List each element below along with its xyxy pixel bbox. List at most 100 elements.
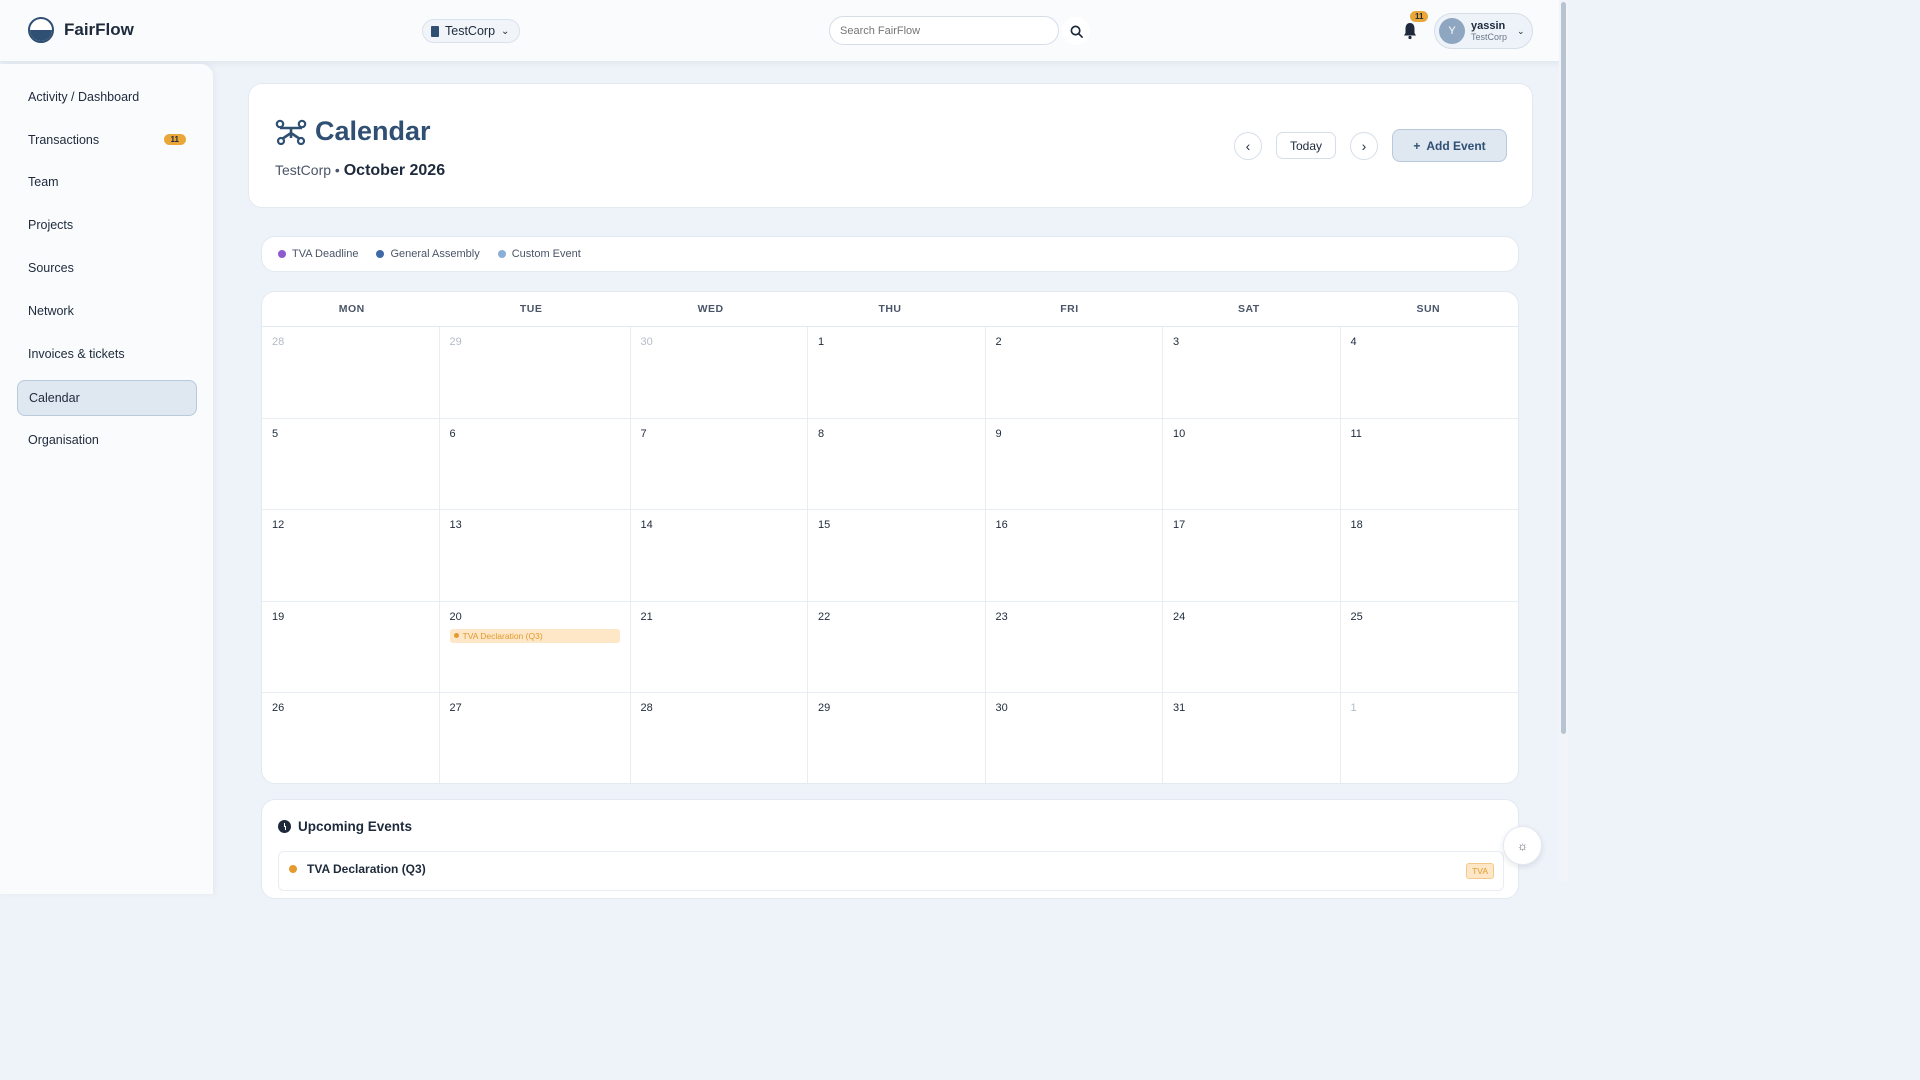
add-event-button[interactable]: + Add Event xyxy=(1392,129,1507,162)
calendar-day-cell[interactable]: 24 xyxy=(1163,601,1341,694)
theme-toggle-button[interactable]: ☼ xyxy=(1503,826,1542,865)
calendar-day-cell[interactable]: 29 xyxy=(439,327,631,419)
previous-month-button[interactable]: ‹ xyxy=(1234,132,1262,160)
calendar-org: TestCorp xyxy=(275,162,332,178)
brand[interactable]: FairFlow xyxy=(28,17,134,43)
day-number: 27 xyxy=(449,702,462,715)
search-button[interactable] xyxy=(1062,17,1090,45)
day-number: 11 xyxy=(1350,427,1362,440)
calendar-day-cell[interactable]: 16 xyxy=(985,510,1163,602)
calendar-day-cell[interactable]: 28 xyxy=(262,327,440,419)
calendar-day-cell[interactable]: 9 xyxy=(985,418,1163,511)
day-number: 20 xyxy=(449,610,462,623)
calendar-day-cell[interactable]: 13 xyxy=(439,510,631,602)
sidebar-item-label: Projects xyxy=(28,218,74,232)
calendar-day-cell[interactable]: 12 xyxy=(262,510,440,602)
sidebar: Activity / Dashboard Transactions 11 Tea… xyxy=(0,64,213,894)
brand-name: FairFlow xyxy=(64,20,134,39)
day-number: 1 xyxy=(1350,702,1357,715)
chevron-down-icon: ⌄ xyxy=(1517,25,1525,36)
calendar-day-cell[interactable]: 4 xyxy=(1340,327,1518,419)
day-number: 30 xyxy=(995,702,1008,715)
calendar-day-cell[interactable]: 31 xyxy=(1163,693,1341,783)
sidebar-item-organisation[interactable]: Organisation xyxy=(17,422,197,458)
sidebar-item-calendar[interactable]: Calendar xyxy=(17,380,197,416)
calendar-day-cell[interactable]: 21 xyxy=(630,601,808,694)
calendar-day-cell[interactable]: 8 xyxy=(808,418,986,511)
calendar-day-cell[interactable]: 29 xyxy=(808,693,986,783)
legend-label: General Assembly xyxy=(390,248,480,260)
chevron-left-icon: ‹ xyxy=(1245,138,1251,154)
weekday-header: MON TUE WED THU FRI SAT SUN xyxy=(262,292,1518,327)
scrollbar-thumb[interactable] xyxy=(1561,2,1566,734)
legend-dot xyxy=(278,250,286,258)
day-number: 10 xyxy=(1173,427,1186,440)
calendar-day-cell[interactable]: 10 xyxy=(1163,418,1341,511)
calendar-day-cell[interactable]: 14 xyxy=(630,510,808,602)
calendar-day-cell[interactable]: 22 xyxy=(808,601,986,694)
weekday-label: SAT xyxy=(1237,303,1260,315)
calendar-day-cell[interactable]: 30 xyxy=(986,693,1163,783)
calendar-day-cell[interactable]: 26 xyxy=(262,693,440,783)
day-number: 28 xyxy=(640,702,653,715)
chevron-down-icon: ⌄ xyxy=(501,25,510,37)
upcoming-event-item[interactable]: TVA Declaration (Q3) TVA xyxy=(278,851,1504,891)
upcoming-event-name: TVA Declaration (Q3) xyxy=(307,862,426,876)
calendar-day-cell[interactable]: 28 xyxy=(631,693,808,783)
calendar-day-cell[interactable]: 27 xyxy=(440,693,631,783)
legend-label: Custom Event xyxy=(511,248,581,260)
day-number: 5 xyxy=(272,427,279,440)
next-month-button[interactable]: › xyxy=(1350,132,1378,160)
user-menu[interactable]: Y yassin TestCorp ⌄ xyxy=(1434,13,1533,49)
day-number: 29 xyxy=(449,336,462,348)
calendar-day-cell[interactable]: 19 xyxy=(262,601,440,694)
calendar-day-cell[interactable]: 20 TVA Declaration (Q3) xyxy=(439,601,631,694)
day-number: 25 xyxy=(1350,610,1363,623)
calendar-day-cell[interactable]: 7 xyxy=(630,418,808,511)
calendar-day-cell[interactable]: 23 xyxy=(985,601,1163,694)
user-name: yassin xyxy=(1471,19,1506,32)
clock-icon xyxy=(278,820,291,833)
bell-icon[interactable] xyxy=(1402,22,1418,40)
day-number: 28 xyxy=(272,336,285,348)
calendar-day-cell[interactable]: 17 xyxy=(1163,510,1341,602)
upcoming-events-title: Upcoming Events xyxy=(278,819,412,834)
calendar-day-cell[interactable]: 11 xyxy=(1340,419,1518,511)
page-title: Calendar xyxy=(275,116,431,147)
add-event-label: Add Event xyxy=(1426,138,1486,153)
sidebar-item-label: Organisation xyxy=(28,433,99,447)
calendar-legend: TVA Deadline General Assembly Custom Eve… xyxy=(261,236,1519,272)
calendar-day-cell[interactable]: 3 xyxy=(1163,327,1341,419)
calendar-day-cell[interactable]: 5 xyxy=(262,418,440,511)
search-input[interactable] xyxy=(829,16,1059,45)
calendar-day-cell[interactable]: 2 xyxy=(985,327,1163,419)
calendar-event-chip[interactable]: TVA Declaration (Q3) xyxy=(449,628,620,643)
calendar-day-cell[interactable]: 1 xyxy=(808,327,986,419)
day-number: 3 xyxy=(1173,336,1180,348)
org-switcher[interactable]: TestCorp ⌄ xyxy=(422,19,521,43)
calendar-day-cell[interactable]: 15 xyxy=(808,510,986,602)
day-number: 1 xyxy=(818,336,825,348)
today-button[interactable]: Today xyxy=(1276,132,1336,159)
sidebar-item-team[interactable]: Team xyxy=(17,164,197,200)
sidebar-item-activity-dashboard[interactable]: Activity / Dashboard xyxy=(17,79,197,115)
calendar-month: October 2026 xyxy=(343,162,446,179)
calendar-day-cell[interactable]: 30 xyxy=(630,327,808,419)
sidebar-item-network[interactable]: Network xyxy=(17,293,197,329)
day-number: 19 xyxy=(272,610,285,623)
event-dot xyxy=(453,633,459,639)
calendar-day-cell[interactable]: 25 xyxy=(1340,602,1518,694)
day-number: 7 xyxy=(640,427,647,440)
sidebar-item-transactions[interactable]: Transactions 11 xyxy=(17,122,197,158)
calendar-day-cell[interactable]: 1 xyxy=(1341,693,1519,783)
calendar-day-cell[interactable]: 18 xyxy=(1340,510,1518,602)
day-number: 13 xyxy=(449,519,462,532)
sidebar-item-label: Team xyxy=(28,175,59,189)
day-number: 26 xyxy=(272,702,285,715)
sidebar-item-sources[interactable]: Sources xyxy=(17,250,197,286)
calendar-weeks: 28 29 30 1 2 3 4 5 6 7 8 9 10 11 12 13 1… xyxy=(262,327,1519,783)
calendar-day-cell[interactable]: 6 xyxy=(439,418,631,511)
calendar-grid: MON TUE WED THU FRI SAT SUN 28 29 30 1 2… xyxy=(261,291,1519,784)
sidebar-item-invoices-tickets[interactable]: Invoices & tickets xyxy=(17,336,197,372)
sidebar-item-projects[interactable]: Projects xyxy=(17,207,197,243)
